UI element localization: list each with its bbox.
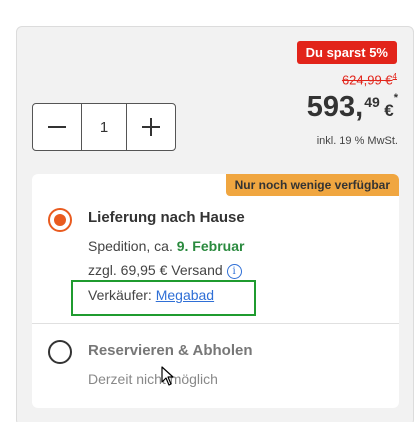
home-delivery-radio[interactable] — [48, 208, 72, 232]
old-price: 624,99 €4 — [342, 72, 397, 87]
mouse-cursor-icon — [161, 366, 174, 386]
price-currency: € — [384, 101, 394, 120]
minus-icon — [48, 126, 66, 128]
price-footnote-star: * — [393, 92, 398, 104]
old-price-value: 624,99 € — [341, 72, 393, 88]
current-price: 593,49 €* — [307, 93, 398, 122]
quantity-input[interactable]: 1 — [81, 104, 127, 150]
tax-note: inkl. 19 % MwSt. — [316, 135, 398, 147]
price-euros: 593, — [306, 91, 364, 123]
increase-quantity-button[interactable] — [127, 104, 175, 150]
info-icon[interactable]: i — [226, 263, 242, 279]
pickup-title[interactable]: Reservieren & Abholen — [88, 342, 253, 359]
shipping-prefix: Spedition, ca. — [88, 238, 173, 254]
pickup-radio[interactable] — [48, 340, 72, 364]
seller-label: Verkäufer: — [88, 287, 152, 303]
decrease-quantity-button[interactable] — [33, 104, 81, 150]
stock-badge: Nur noch wenige verfügbar — [225, 174, 399, 196]
seller-info: Verkäufer: Megabad — [88, 287, 214, 303]
options-divider — [32, 323, 399, 324]
seller-link[interactable]: Megabad — [156, 287, 214, 303]
shipping-estimate: Spedition, ca. 9. Februar — [88, 238, 244, 254]
savings-badge: Du sparst 5% — [296, 41, 397, 64]
plus-icon — [142, 118, 160, 136]
price-cents: 49 — [364, 94, 380, 110]
shipping-fee: zzgl. 69,95 € Versand i — [88, 262, 242, 279]
home-delivery-title[interactable]: Lieferung nach Hause — [88, 209, 245, 226]
pickup-status: Derzeit nicht möglich — [88, 371, 218, 387]
shipping-fee-text: zzgl. 69,95 € Versand — [88, 262, 223, 278]
quantity-stepper: 1 — [32, 103, 176, 151]
old-price-footnote: 4 — [392, 72, 397, 81]
delivery-date: 9. Februar — [176, 238, 245, 254]
